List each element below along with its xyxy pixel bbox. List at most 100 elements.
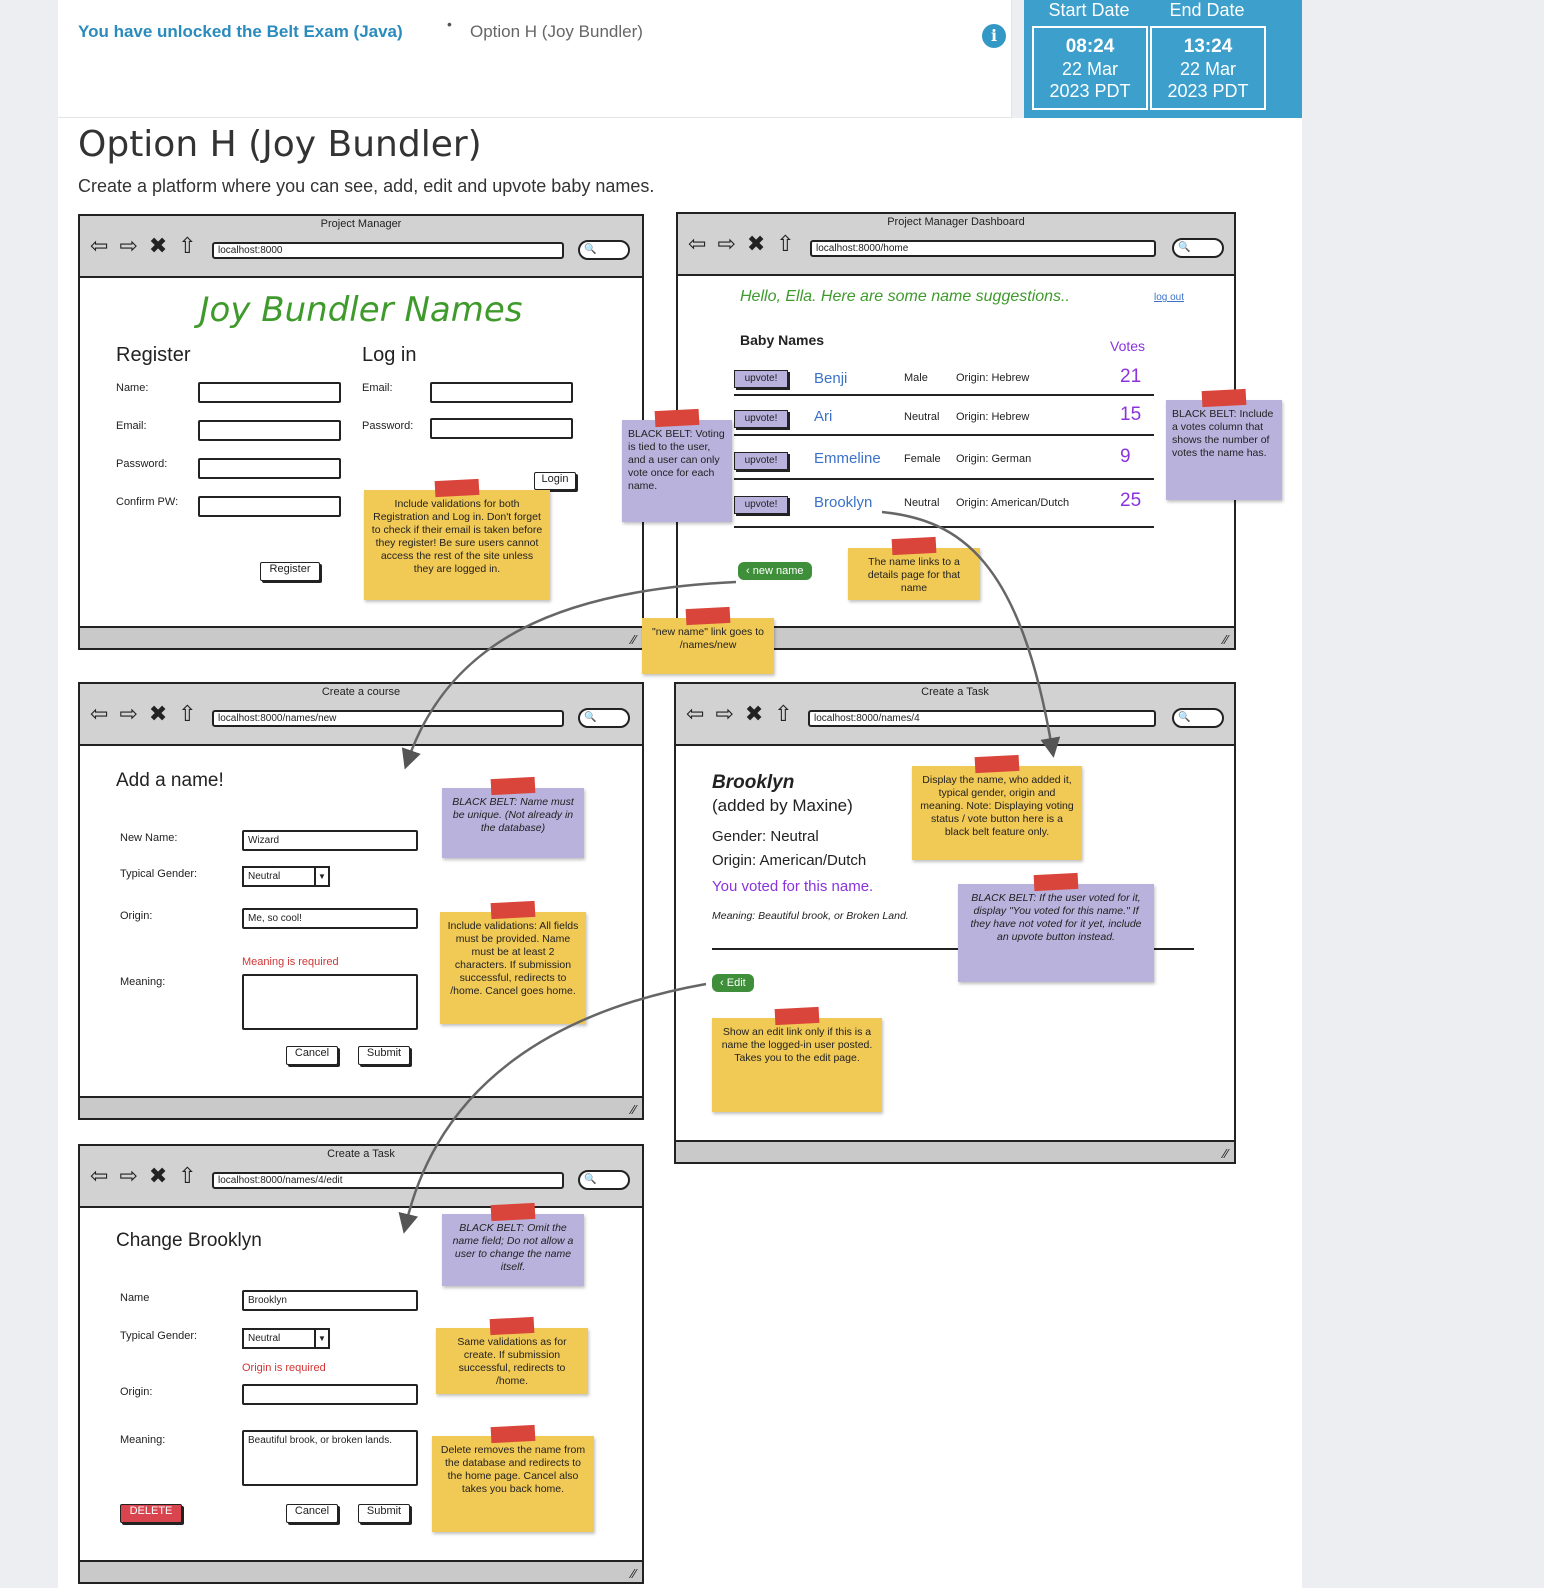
end-date-cell: 13:24 22 Mar 2023 PDT bbox=[1150, 26, 1266, 110]
name-link[interactable]: Benji bbox=[814, 370, 847, 387]
browser-nav-icons: ⇦ ⇨ ✖ ⇧ bbox=[688, 232, 797, 257]
name-row: upvote! Benji Male Origin: Hebrew 21 bbox=[678, 366, 1234, 394]
name-origin: Origin: German bbox=[956, 453, 1032, 465]
edit-heading: Change Brooklyn bbox=[116, 1230, 262, 1251]
origin-label: Origin: bbox=[120, 910, 153, 922]
sticky-note-add-validations: Include validations: All fields must be … bbox=[440, 900, 586, 1024]
upvote-button[interactable]: upvote! bbox=[734, 410, 788, 428]
search-icon: 🔍 bbox=[578, 240, 630, 260]
login-button[interactable]: Login bbox=[534, 472, 576, 490]
name-votes: 21 bbox=[1120, 366, 1142, 387]
browser-nav-icons: ⇦ ⇨ ✖ ⇧ bbox=[686, 702, 795, 727]
start-date-label: Start Date bbox=[1048, 0, 1130, 20]
name-gender: Neutral bbox=[904, 411, 940, 423]
wireframe-add-name-window: Create a course ⇦ ⇨ ✖ ⇧ localhost:8000/n… bbox=[78, 682, 644, 1120]
baby-names-heading: Baby Names bbox=[740, 332, 825, 348]
breadcrumb-link[interactable]: You have unlocked the Belt Exam (Java) bbox=[78, 22, 403, 42]
breadcrumb-current: Option H (Joy Bundler) bbox=[470, 22, 643, 41]
origin-error: Origin is required bbox=[242, 1362, 326, 1374]
register-confirm-input[interactable] bbox=[198, 496, 341, 517]
page-description: Create a platform where you can see, add… bbox=[78, 176, 655, 196]
name-link[interactable]: Ari bbox=[814, 408, 832, 425]
register-name-input[interactable] bbox=[198, 382, 341, 403]
new-name-label: new name bbox=[752, 565, 804, 577]
upvote-button[interactable]: upvote! bbox=[734, 496, 788, 514]
edit-button[interactable]: ‹ Edit bbox=[712, 974, 754, 992]
gender-select[interactable]: ▼ Neutral bbox=[242, 866, 330, 887]
upvote-button[interactable]: upvote! bbox=[734, 452, 788, 470]
detail-name: Brooklyn bbox=[712, 772, 795, 793]
start-tz: 2023 PDT bbox=[1049, 81, 1131, 101]
gender-label: Typical Gender: bbox=[120, 1330, 198, 1342]
browser-nav-icons: ⇦ ⇨ ✖ ⇧ bbox=[90, 234, 199, 259]
origin-input[interactable]: Me, so cool! bbox=[242, 908, 418, 929]
name-gender: Neutral bbox=[904, 497, 940, 509]
row-divider bbox=[734, 526, 1154, 528]
top-bar bbox=[58, 0, 1012, 118]
sticky-note-omit: BLACK BELT: Omit the name field; Do not … bbox=[442, 1202, 584, 1286]
meaning-label: Meaning: bbox=[120, 1434, 166, 1446]
origin-label: Origin: bbox=[120, 1386, 153, 1398]
delete-button[interactable]: DELETE bbox=[120, 1504, 182, 1523]
register-button[interactable]: Register bbox=[260, 562, 320, 581]
name-votes: 15 bbox=[1120, 404, 1142, 425]
name-link[interactable]: Emmeline bbox=[814, 450, 881, 467]
window-footer: ⁄⁄ bbox=[80, 1096, 642, 1118]
sticky-note-details: The name links to a details page for tha… bbox=[848, 536, 980, 600]
sticky-note-same: Same validations as for create. If submi… bbox=[436, 1316, 588, 1394]
name-votes: 25 bbox=[1120, 490, 1142, 511]
meaning-textarea[interactable]: Beautiful brook, or broken lands. bbox=[242, 1430, 418, 1486]
note-text: BLACK BELT: Omit the name field; Do not … bbox=[452, 1222, 574, 1273]
row-divider bbox=[734, 394, 1154, 396]
login-password-input[interactable] bbox=[430, 418, 573, 439]
login-password-label: Password: bbox=[362, 420, 414, 432]
name-gender: Female bbox=[904, 453, 941, 465]
register-email-input[interactable] bbox=[198, 420, 341, 441]
submit-button[interactable]: Submit bbox=[358, 1046, 410, 1065]
row-divider bbox=[734, 478, 1154, 480]
note-text: The name links to a details page for tha… bbox=[867, 556, 961, 594]
browser-bar: Create a course ⇦ ⇨ ✖ ⇧ localhost:8000/n… bbox=[80, 684, 642, 746]
meaning-textarea[interactable] bbox=[242, 974, 418, 1030]
name-input[interactable]: Brooklyn bbox=[242, 1290, 418, 1311]
register-password-input[interactable] bbox=[198, 458, 341, 479]
wireframe-detail-window: Create a Task ⇦ ⇨ ✖ ⇧ localhost:8000/nam… bbox=[674, 682, 1236, 1164]
meaning-label: Meaning: bbox=[120, 976, 166, 988]
note-text: BLACK BELT: Name must be unique. (Not al… bbox=[452, 796, 574, 834]
window-title: Project Manager Dashboard bbox=[887, 216, 1025, 228]
search-icon: 🔍 bbox=[1172, 708, 1224, 728]
sticky-note-display: Display the name, who added it, typical … bbox=[912, 754, 1082, 860]
submit-button[interactable]: Submit bbox=[358, 1504, 410, 1523]
note-text: BLACK BELT: Include a votes column that … bbox=[1172, 408, 1274, 459]
date-box: Start Date End Date 08:24 22 Mar 2023 PD… bbox=[1024, 0, 1302, 118]
note-text: "new name" link goes to /names/new bbox=[652, 626, 764, 651]
cancel-button[interactable]: Cancel bbox=[286, 1504, 338, 1523]
new-name-button[interactable]: ‹ new name bbox=[738, 562, 812, 580]
resize-grip: ⁄⁄ bbox=[1223, 632, 1228, 647]
end-tz: 2023 PDT bbox=[1167, 81, 1249, 101]
url-bar: localhost:8000/home bbox=[810, 240, 1156, 257]
sticky-note-votes-column: BLACK BELT: Include a votes column that … bbox=[1166, 388, 1282, 500]
row-divider bbox=[734, 434, 1154, 436]
login-email-input[interactable] bbox=[430, 382, 573, 403]
sticky-note-delete: Delete removes the name from the databas… bbox=[432, 1424, 594, 1532]
info-icon[interactable]: i bbox=[982, 24, 1006, 48]
window-title: Create a course bbox=[321, 686, 401, 698]
logout-link[interactable]: log out bbox=[1154, 292, 1184, 303]
email-label: Email: bbox=[116, 420, 147, 432]
detail-gender: Gender: Neutral bbox=[712, 828, 819, 845]
window-footer: ⁄⁄ bbox=[80, 1560, 642, 1582]
chevron-left-icon: ‹ bbox=[746, 565, 753, 577]
end-date-label: End Date bbox=[1169, 0, 1245, 20]
new-name-input[interactable]: Wizard bbox=[242, 830, 418, 851]
upvote-button[interactable]: upvote! bbox=[734, 370, 788, 388]
cancel-button[interactable]: Cancel bbox=[286, 1046, 338, 1065]
name-link[interactable]: Brooklyn bbox=[814, 494, 872, 511]
name-origin: Origin: Hebrew bbox=[956, 372, 1030, 384]
added-by: (added by Maxine) bbox=[712, 796, 853, 815]
start-day: 22 Mar bbox=[1061, 59, 1119, 79]
origin-input[interactable] bbox=[242, 1384, 418, 1405]
note-text: Delete removes the name from the databas… bbox=[440, 1444, 586, 1495]
url-bar: localhost:8000/names/new bbox=[212, 710, 564, 727]
gender-select[interactable]: ▼ Neutral bbox=[242, 1328, 330, 1349]
